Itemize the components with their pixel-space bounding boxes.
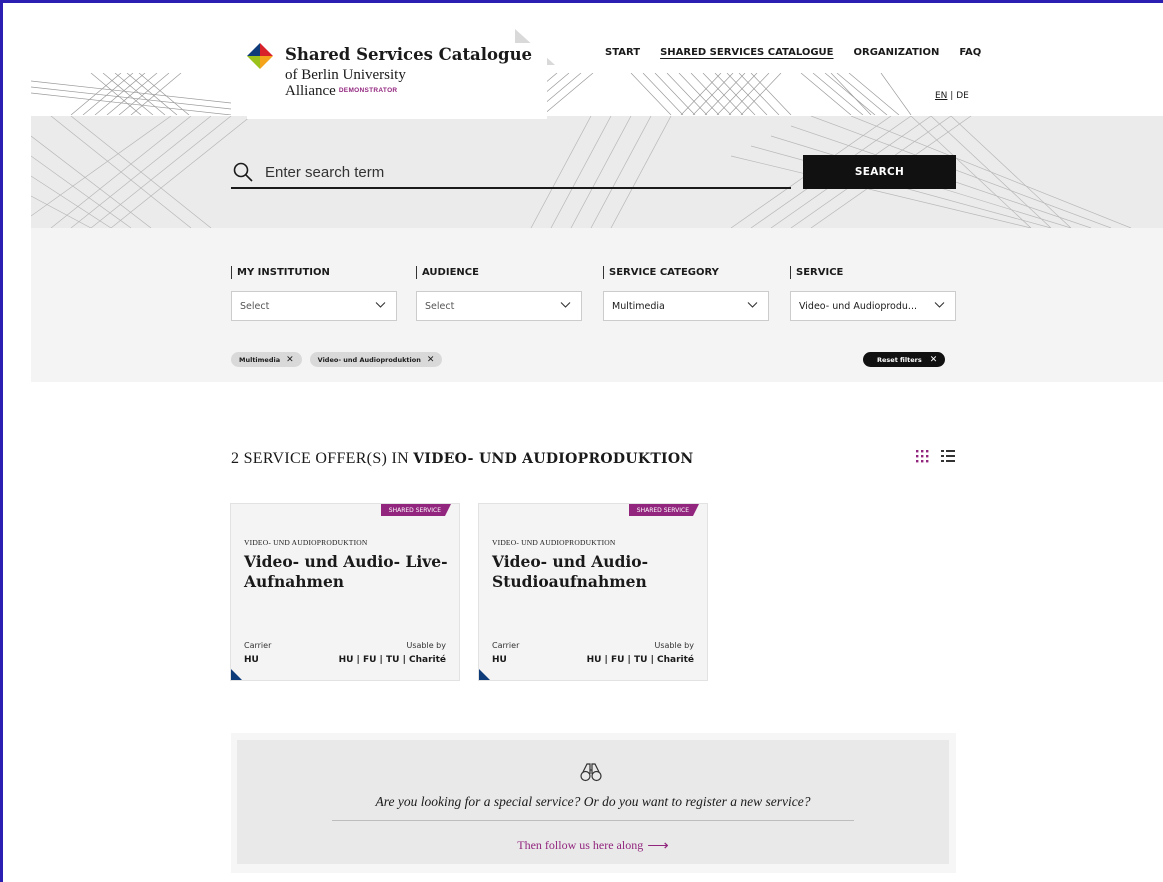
lang-en[interactable]: EN xyxy=(935,91,947,101)
arrow-right-icon: ⟶ xyxy=(647,838,669,854)
usable-by-value: HU | FU | TU | Charité xyxy=(338,655,446,665)
binoculars-icon xyxy=(580,763,602,782)
results-heading: 2 SERVICE OFFER(S) IN VIDEO- UND AUDIOPR… xyxy=(231,450,693,468)
chevron-down-icon xyxy=(375,302,386,308)
reset-filters-label: Reset filters xyxy=(877,355,922,364)
carrier-value: HU xyxy=(244,655,259,665)
cta-text: Are you looking for a special service? O… xyxy=(375,794,811,809)
usable-by-label: Usable by xyxy=(406,641,446,650)
carrier-label: Carrier xyxy=(492,641,520,650)
carrier-value: HU xyxy=(492,655,507,665)
select-value: Select xyxy=(425,301,455,312)
nav-start[interactable]: START xyxy=(605,47,640,58)
filter-label: MY INSTITUTION xyxy=(231,266,397,279)
filter-my-institution: MY INSTITUTION Select xyxy=(231,266,397,321)
filter-service: SERVICE Video- und Audioprodu... xyxy=(790,266,956,321)
search-input[interactable] xyxy=(265,160,765,184)
demonstrator-badge: DEMONSTRATOR xyxy=(338,87,398,94)
card-title[interactable]: Video- und Audio-Studioaufnahmen xyxy=(492,552,702,592)
card-title[interactable]: Video- und Audio- Live-Aufnahmen xyxy=(244,552,454,592)
nav-organization[interactable]: ORGANIZATION xyxy=(854,47,940,58)
logo-subtitle-line1: of Berlin University xyxy=(285,67,406,83)
filter-service-category: SERVICE CATEGORY Multimedia xyxy=(603,266,769,321)
chip-label: Video- und Audioproduktion xyxy=(317,355,421,364)
search-button[interactable]: SEARCH xyxy=(803,155,956,189)
my-institution-select[interactable]: Select xyxy=(231,291,397,321)
cta-link-label: Then follow us here along xyxy=(517,838,644,852)
service-card[interactable]: SHARED SERVICE VIDEO- UND AUDIOPRODUKTIO… xyxy=(478,503,708,681)
list-view-icon[interactable] xyxy=(941,449,955,463)
active-filter-chips: Multimedia ✕ Video- und Audioproduktion … xyxy=(231,352,443,367)
chevron-down-icon xyxy=(560,302,571,308)
cta-link[interactable]: Then follow us here along ⟶ xyxy=(237,836,949,855)
logo-mark-icon xyxy=(247,43,273,69)
cta-box: Are you looking for a special service? O… xyxy=(237,740,949,864)
main-nav: START SHARED SERVICES CATALOGUE ORGANIZA… xyxy=(605,47,981,58)
close-icon[interactable]: ✕ xyxy=(427,355,435,365)
filter-label: SERVICE CATEGORY xyxy=(603,266,769,279)
audience-select[interactable]: Select xyxy=(416,291,582,321)
chevron-down-icon xyxy=(934,302,945,308)
results-count: 2 SERVICE OFFER(S) IN xyxy=(231,450,409,467)
service-category-select[interactable]: Multimedia xyxy=(603,291,769,321)
header-pattern xyxy=(31,73,912,115)
cta-divider xyxy=(332,820,854,821)
filter-band: MY INSTITUTION Select AUDIENCE Select SE… xyxy=(31,228,1163,382)
reset-filters-button[interactable]: Reset filters ✕ xyxy=(863,352,946,367)
search-band: SEARCH xyxy=(31,116,1163,228)
chevron-down-icon xyxy=(747,302,758,308)
card-category: VIDEO- UND AUDIOPRODUKTION xyxy=(492,538,616,547)
filter-audience: AUDIENCE Select xyxy=(416,266,582,321)
logo-subtitle-line2-text: Alliance xyxy=(285,83,336,99)
card-category: VIDEO- UND AUDIOPRODUKTION xyxy=(244,538,368,547)
carrier-label: Carrier xyxy=(244,641,272,650)
filter-chip-video-audio[interactable]: Video- und Audioproduktion ✕ xyxy=(309,352,443,367)
site-header: Shared Services Catalogue of Berlin Univ… xyxy=(31,3,1163,119)
lang-separator: | xyxy=(950,91,954,101)
nav-faq[interactable]: FAQ xyxy=(959,47,981,58)
shared-service-badge: SHARED SERVICE xyxy=(381,504,451,516)
logo[interactable]: Shared Services Catalogue of Berlin Univ… xyxy=(247,43,547,119)
search-icon xyxy=(233,162,253,182)
page-frame: Shared Services Catalogue of Berlin Univ… xyxy=(0,0,1163,882)
logo-subtitle: of Berlin University Alliance DEMONSTRATO… xyxy=(285,67,406,99)
filter-label: AUDIENCE xyxy=(416,266,582,279)
usable-by-value: HU | FU | TU | Charité xyxy=(586,655,694,665)
close-icon: ✕ xyxy=(929,354,938,365)
logo-subtitle-line2: Alliance DEMONSTRATOR xyxy=(285,83,406,99)
shared-service-badge: SHARED SERVICE xyxy=(629,504,699,516)
filter-label: SERVICE xyxy=(790,266,956,279)
chip-label: Multimedia xyxy=(239,355,281,364)
lang-de[interactable]: DE xyxy=(956,91,969,101)
select-value: Select xyxy=(240,301,270,312)
results-category: VIDEO- UND AUDIOPRODUKTION xyxy=(413,451,694,467)
language-switcher: EN | DE xyxy=(935,91,969,101)
nav-shared-services-catalogue[interactable]: SHARED SERVICES CATALOGUE xyxy=(660,47,833,58)
grid-view-icon[interactable] xyxy=(916,449,930,463)
card-corner-decoration xyxy=(479,669,490,680)
card-corner-decoration xyxy=(231,669,242,680)
logo-title: Shared Services Catalogue xyxy=(285,45,533,64)
service-card[interactable]: SHARED SERVICE VIDEO- UND AUDIOPRODUKTIO… xyxy=(230,503,460,681)
select-value: Multimedia xyxy=(612,301,665,312)
select-value: Video- und Audioprodu... xyxy=(799,301,917,312)
search-field xyxy=(231,158,791,189)
service-select[interactable]: Video- und Audioprodu... xyxy=(790,291,956,321)
close-icon[interactable]: ✕ xyxy=(286,355,294,365)
usable-by-label: Usable by xyxy=(654,641,694,650)
filter-chip-multimedia[interactable]: Multimedia ✕ xyxy=(231,352,302,367)
